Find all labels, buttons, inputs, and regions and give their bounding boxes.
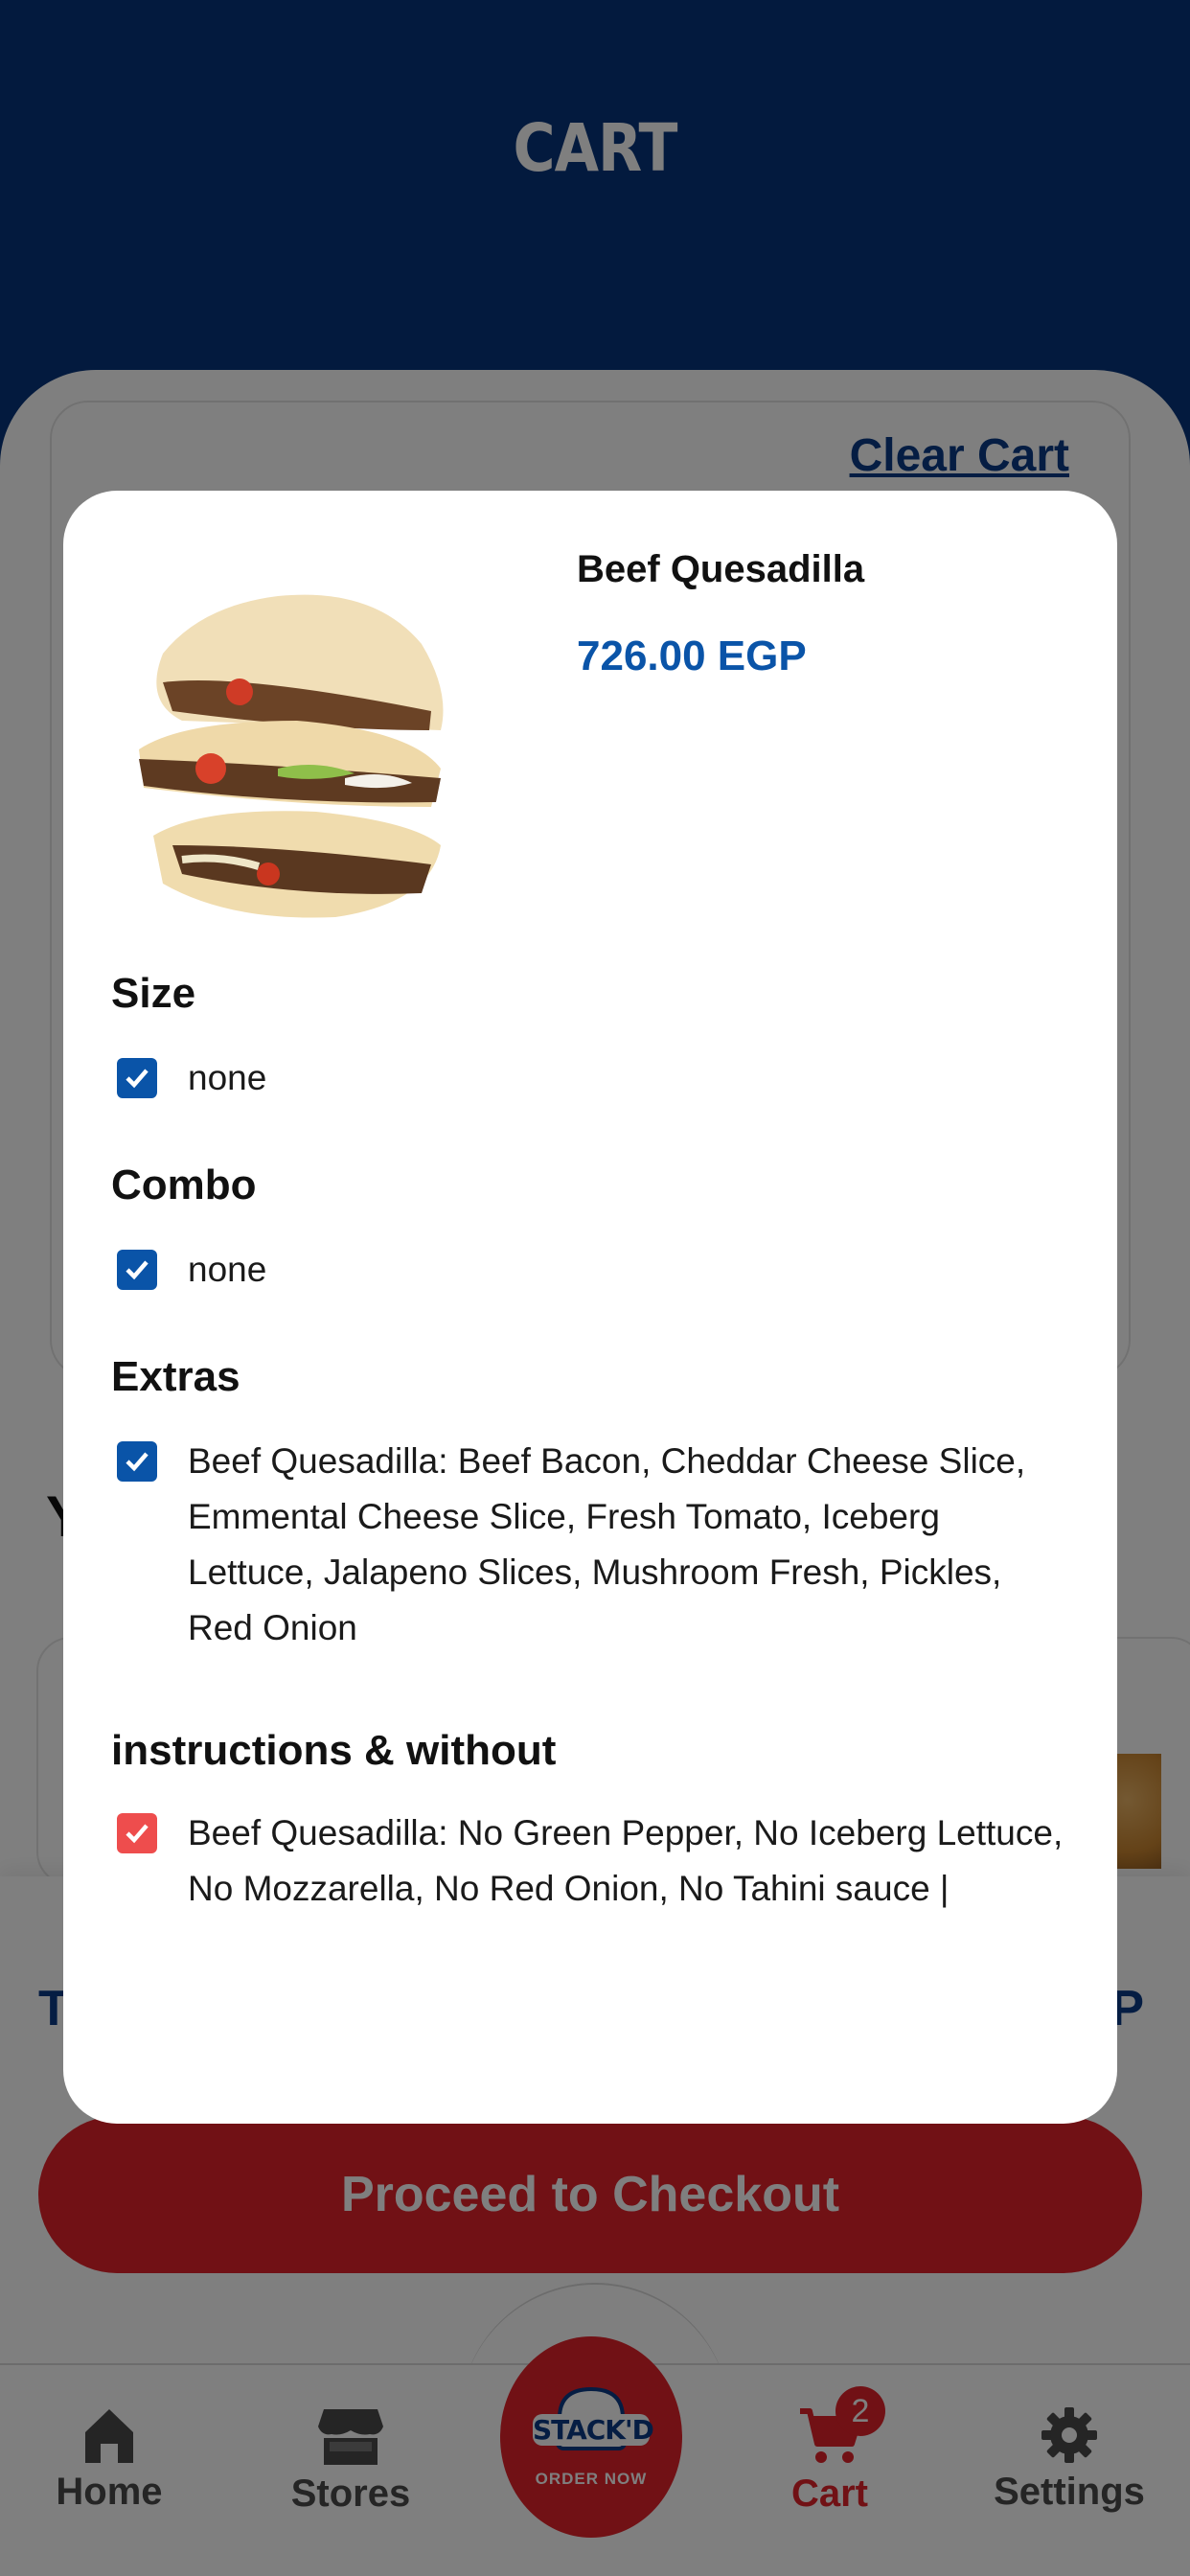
checkmark-icon	[126, 1069, 149, 1089]
checkmark-icon	[126, 1260, 149, 1280]
checkmark-icon	[126, 1824, 149, 1844]
extras-option-label: Beef Quesadilla: Beef Bacon, Cheddar Che…	[188, 1441, 1026, 1647]
combo-option[interactable]: none	[117, 1248, 1075, 1298]
product-name: Beef Quesadilla	[577, 548, 865, 590]
size-option-label: none	[188, 1058, 267, 1097]
instructions-section-title: instructions & without	[111, 1727, 557, 1774]
combo-option-label: none	[188, 1250, 267, 1289]
checkmark-icon	[126, 1452, 149, 1472]
instructions-option-label: Beef Quesadilla: No Green Pepper, No Ice…	[188, 1813, 1064, 1908]
extras-section-title: Extras	[111, 1353, 240, 1400]
product-price: 726.00 EGP	[577, 632, 807, 679]
extras-checkbox[interactable]	[117, 1441, 157, 1482]
size-section-title: Size	[111, 970, 196, 1017]
combo-section-title: Combo	[111, 1162, 257, 1208]
instructions-checkbox[interactable]	[117, 1813, 157, 1853]
size-checkbox[interactable]	[117, 1058, 157, 1098]
combo-checkbox[interactable]	[117, 1250, 157, 1290]
product-details-modal: Beef Quesadilla 726.00 EGP Size none Com…	[63, 491, 1117, 2124]
product-image	[139, 594, 444, 918]
extras-option[interactable]: Beef Quesadilla: Beef Bacon, Cheddar Che…	[117, 1439, 1075, 1656]
size-option[interactable]: none	[117, 1056, 1075, 1106]
instructions-option[interactable]: Beef Quesadilla: No Green Pepper, No Ice…	[117, 1811, 1075, 1917]
